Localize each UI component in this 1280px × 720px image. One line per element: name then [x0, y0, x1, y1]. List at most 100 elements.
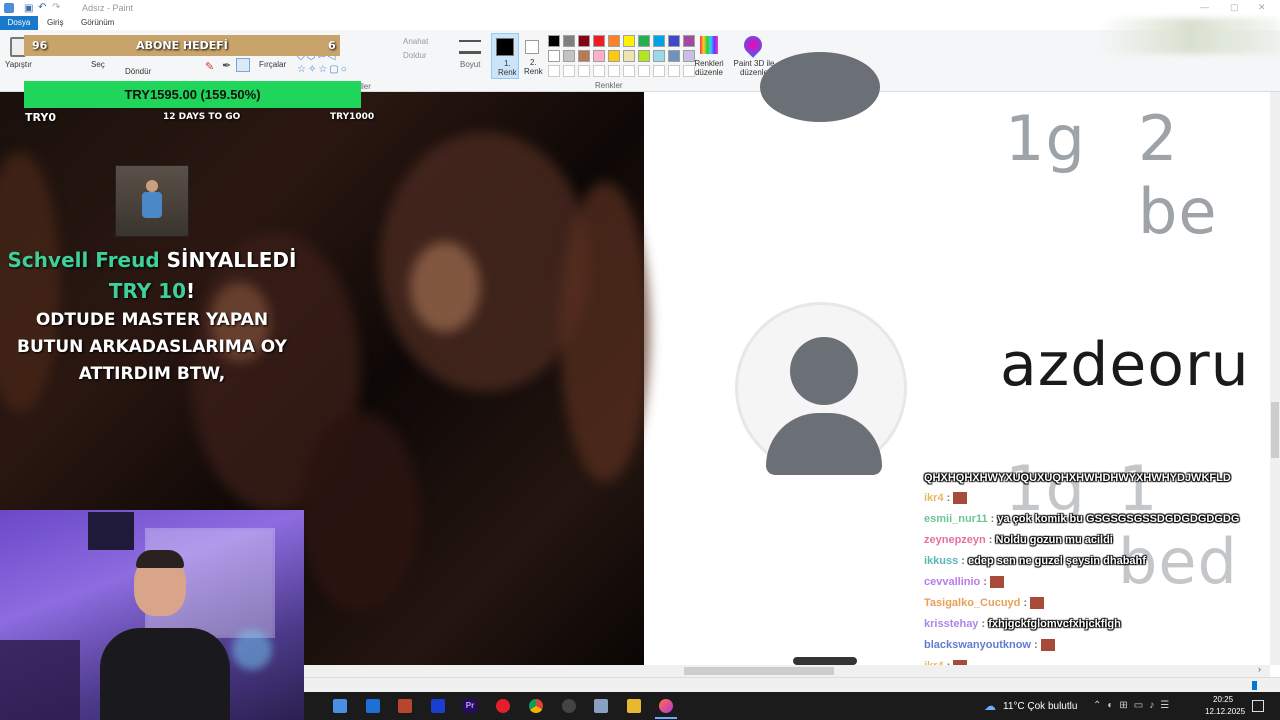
chat-username: Tasigalko_Cucuyd — [924, 597, 1021, 609]
notification-icon[interactable] — [1252, 700, 1264, 712]
color2-button[interactable]: 2. Renk — [522, 33, 544, 79]
weather-text[interactable]: 11°C Çok bulutlu — [1003, 701, 1077, 712]
palette-swatch[interactable] — [668, 50, 680, 62]
tab-home[interactable]: Giriş — [47, 18, 63, 27]
eraser-icon[interactable]: ✎ — [205, 60, 214, 73]
minimize-icon[interactable]: — — [1200, 2, 1209, 12]
palette-swatch[interactable] — [623, 35, 635, 47]
palette-swatch-empty[interactable] — [593, 65, 605, 77]
palette-swatch[interactable] — [683, 35, 695, 47]
size-icon — [459, 40, 481, 54]
poster — [88, 512, 134, 550]
paste-button[interactable]: Yapıştır — [5, 60, 32, 69]
taskbar-app-icon[interactable] — [398, 699, 412, 713]
alert-amount: TRY 10 — [108, 279, 187, 303]
palette-swatch[interactable] — [548, 50, 560, 62]
color2-swatch — [525, 40, 539, 54]
palette-swatch-empty[interactable] — [608, 65, 620, 77]
canvas-text-2be: 2 be — [1138, 102, 1218, 248]
palette-swatch[interactable] — [638, 35, 650, 47]
taskbar-explorer-icon[interactable] — [627, 699, 641, 713]
vertical-scrollbar-thumb[interactable] — [1271, 402, 1279, 458]
palette-swatch[interactable] — [593, 50, 605, 62]
canvas-text-1g-top: 1g — [1005, 102, 1086, 175]
palette-swatch[interactable] — [578, 50, 590, 62]
colors-group-label: Renkler — [595, 81, 623, 90]
chat-message: Tasigalko_Cucuyd : — [924, 597, 1045, 610]
scroll-right-icon[interactable]: › — [1258, 664, 1261, 674]
edit-colors-button[interactable]: Renkleri düzenle — [694, 59, 724, 77]
close-icon[interactable]: ✕ — [1258, 2, 1266, 13]
palette-swatch-empty[interactable] — [578, 65, 590, 77]
chat-separator: : — [980, 576, 991, 588]
taskbar-store-icon[interactable] — [333, 699, 347, 713]
outline-button[interactable]: Anahat — [403, 37, 428, 46]
avatar-top — [760, 52, 880, 122]
zoom-slider-thumb[interactable] — [1252, 681, 1257, 690]
palette-swatch[interactable] — [593, 35, 605, 47]
horizontal-scrollbar-thumb[interactable] — [684, 667, 834, 675]
palette-swatch[interactable] — [638, 50, 650, 62]
taskbar-obs-icon[interactable] — [562, 699, 576, 713]
alert-name: Schvell Freud — [7, 248, 160, 272]
palette-swatch-empty[interactable] — [638, 65, 650, 77]
select-button[interactable]: Seç — [91, 60, 105, 69]
size-button[interactable]: Boyut — [460, 60, 480, 69]
save-icon[interactable]: ▣ — [24, 3, 33, 14]
taskbar-paint-icon[interactable] — [594, 699, 608, 713]
palette-swatch[interactable] — [548, 35, 560, 47]
palette-swatch-empty[interactable] — [563, 65, 575, 77]
palette-swatch[interactable] — [578, 35, 590, 47]
taskbar-firefox-icon[interactable] — [659, 699, 673, 713]
palette-swatch[interactable] — [653, 50, 665, 62]
color-picker-icon[interactable]: ✒ — [222, 59, 231, 72]
tab-view[interactable]: Görünüm — [81, 18, 114, 27]
vertical-scrollbar[interactable] — [1270, 92, 1280, 665]
webcam-feed — [0, 510, 304, 720]
paint3d-icon — [740, 32, 766, 58]
magnifier-icon[interactable] — [236, 58, 250, 72]
palette-swatch-empty[interactable] — [668, 65, 680, 77]
fill-button[interactable]: Doldur — [403, 51, 427, 60]
avatar-body — [766, 413, 882, 475]
taskbar-outlook-icon[interactable] — [366, 699, 380, 713]
alert-bang: ! — [186, 279, 196, 303]
alert-message-2: BUTUN ARKADASLARIMA OY — [17, 337, 287, 357]
emote-icon — [953, 492, 968, 505]
chat-separator: : — [1020, 597, 1031, 609]
palette-swatch[interactable] — [563, 50, 575, 62]
taskbar-chrome-icon[interactable] — [529, 699, 543, 713]
undo-icon[interactable]: ↶ — [38, 2, 46, 13]
alert-message-3: ATTIRDIM BTW, — [78, 364, 226, 384]
clock-date[interactable]: 12.12.2025 — [1205, 707, 1245, 716]
chat-message: zeynepzeyn : Noldu gozun mu acildi — [924, 534, 1113, 546]
color1-button[interactable]: 1. Renk — [491, 33, 519, 79]
palette-swatch[interactable] — [563, 35, 575, 47]
taskbar-dropbox-icon[interactable] — [431, 699, 445, 713]
emote-icon — [1030, 597, 1045, 610]
clock-time[interactable]: 20:25 — [1213, 695, 1233, 704]
palette-swatch[interactable] — [668, 35, 680, 47]
system-tray-icons[interactable]: ⌃◐⊞▭♪☰ — [1093, 700, 1175, 711]
palette-swatch[interactable] — [608, 50, 620, 62]
palette-swatch[interactable] — [608, 35, 620, 47]
horizontal-scrollbar[interactable]: › — [304, 664, 1270, 677]
tab-file[interactable]: Dosya — [0, 16, 38, 30]
palette-swatch-empty[interactable] — [623, 65, 635, 77]
rotate-button[interactable]: Döndür — [125, 67, 151, 76]
taskbar-opera-icon[interactable] — [496, 699, 510, 713]
goal-max-label: TRY1000 — [330, 112, 375, 122]
palette-swatch-empty[interactable] — [653, 65, 665, 77]
redo-icon[interactable]: ↷ — [52, 2, 60, 13]
canvas-name-text: azdeoru — [1000, 330, 1250, 400]
taskbar-premiere-icon[interactable]: Pr — [463, 699, 477, 713]
chat-text: QHXHQHXHWYXUQUXUQHXHWHDHWYXHWHYDJWKFLD — [924, 472, 1231, 484]
palette-swatch[interactable] — [623, 50, 635, 62]
maximize-icon[interactable]: ▢ — [1230, 2, 1239, 13]
palette-swatch-empty[interactable] — [548, 65, 560, 77]
color2-label: 2. Renk — [524, 58, 543, 76]
chat-separator: : — [987, 513, 998, 525]
brushes-button[interactable]: Fırçalar — [259, 60, 286, 69]
palette-swatch[interactable] — [653, 35, 665, 47]
weather-icon: ☁ — [984, 699, 996, 713]
